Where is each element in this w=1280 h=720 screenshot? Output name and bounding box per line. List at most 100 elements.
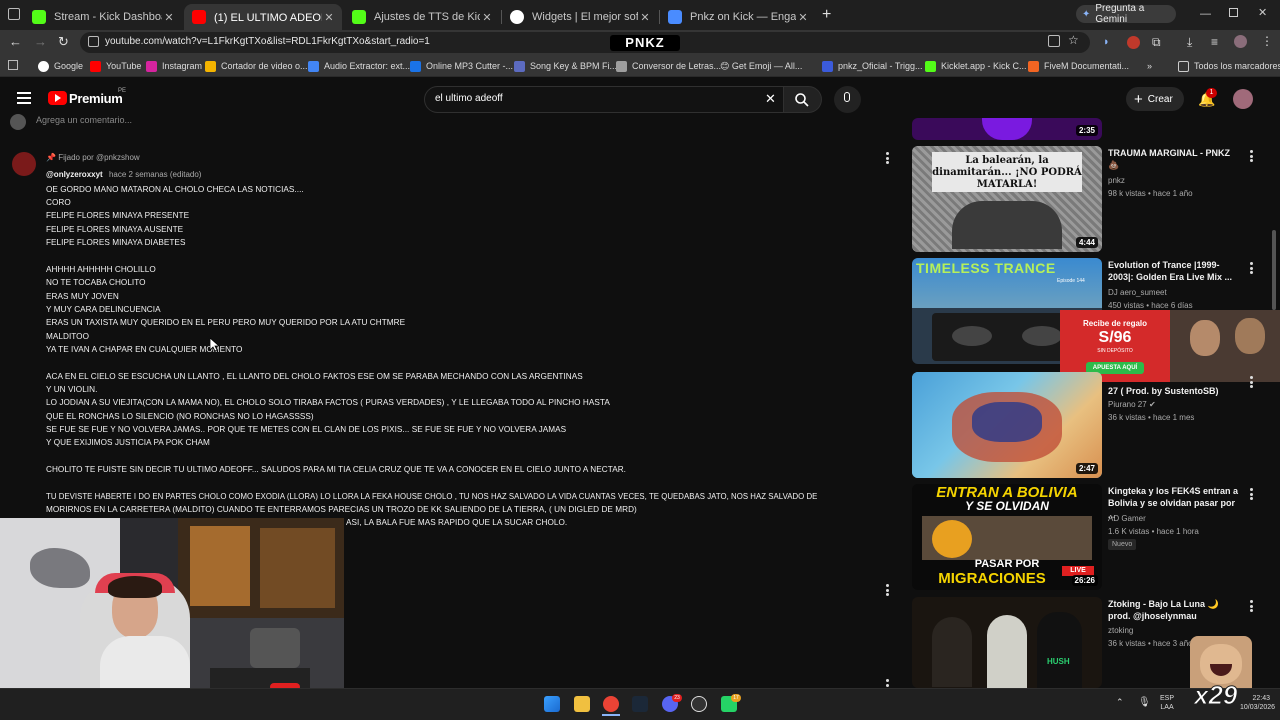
video-meta: 98 k vistas • hace 1 año xyxy=(1108,189,1193,198)
bookmark-conversor[interactable]: Conversor de Letras... xyxy=(616,59,721,73)
profile-avatar[interactable] xyxy=(1234,35,1247,48)
comment-author[interactable]: @onlyzeroxxyt xyxy=(46,170,103,179)
video-channel[interactable]: AD Gamer xyxy=(1108,514,1146,523)
comment-line: ERAS MUY JOVEN xyxy=(46,292,119,301)
youtube-premium-logo[interactable]: Premium xyxy=(69,91,123,106)
chrome-icon[interactable] xyxy=(603,696,619,712)
video-menu-icon[interactable] xyxy=(1250,150,1253,162)
video-channel[interactable]: ztoking xyxy=(1108,626,1133,635)
gemini-label: Pregunta a Gemini xyxy=(1095,3,1145,25)
video-menu-icon[interactable] xyxy=(1250,488,1253,500)
bookmark-youtube[interactable]: YouTube xyxy=(90,59,141,73)
close-icon[interactable]: ✕ xyxy=(638,11,652,24)
close-icon[interactable]: ✕ xyxy=(796,11,810,24)
bookmark-star-icon[interactable]: ☆ xyxy=(1068,33,1079,47)
language-indicator[interactable]: ESP LAA xyxy=(1160,694,1174,712)
video-menu-icon[interactable] xyxy=(1250,376,1253,388)
video-title[interactable]: Ztoking - Bajo La Luna 🌙 prod. @jhoselyn… xyxy=(1108,598,1243,622)
comment-author-avatar[interactable] xyxy=(12,152,36,176)
back-arrow-icon[interactable]: ← xyxy=(9,34,22,49)
minimize-button[interactable]: — xyxy=(1200,8,1211,20)
video-thumbnail[interactable]: 2:47 xyxy=(912,372,1102,478)
close-icon[interactable]: ✕ xyxy=(162,11,176,24)
bookmark-pnkz-oficial[interactable]: pnkz_Oficial - Trigg... xyxy=(822,59,923,73)
video-menu-icon[interactable] xyxy=(1250,262,1253,274)
browser-menu-icon[interactable]: ⋮ xyxy=(1261,34,1273,48)
add-comment-input[interactable]: Agrega un comentario... xyxy=(36,115,132,125)
tab-widgets[interactable]: Widgets | El mejor software para... ✕ xyxy=(502,4,658,30)
search-box[interactable]: el ultimo adeoff ✕ xyxy=(424,86,784,113)
hamburger-menu-icon[interactable] xyxy=(17,92,31,104)
create-button[interactable]: + Crear xyxy=(1126,87,1184,111)
clock[interactable]: 22:43 10/03/2026 xyxy=(1240,694,1275,712)
bookmark-instagram[interactable]: Instagram xyxy=(146,59,202,73)
windows-start-icon[interactable] xyxy=(544,696,560,712)
obs-icon[interactable] xyxy=(691,696,707,712)
video-thumbnail[interactable]: HUSH xyxy=(912,597,1102,688)
comment-time[interactable]: hace 2 semanas (editado) xyxy=(109,170,202,179)
page-scrollbar[interactable] xyxy=(1272,230,1276,310)
new-tab-button[interactable]: + xyxy=(822,6,831,24)
bookmark-song-key[interactable]: Song Key & BPM Fi... xyxy=(514,59,617,73)
video-channel[interactable]: Piurano 27 ✔ xyxy=(1108,400,1156,409)
all-bookmarks-folder[interactable]: Todos los marcadores xyxy=(1178,59,1280,73)
tab-title: Pnkz on Kick — Engagement A... xyxy=(690,11,796,23)
video-thumbnail[interactable]: ENTRAN A BOLIVIA Y SE OLVIDAN PASAR POR … xyxy=(912,484,1102,590)
close-icon[interactable]: ✕ xyxy=(480,11,494,24)
tab-title: Widgets | El mejor software para... xyxy=(532,11,638,23)
user-avatar[interactable] xyxy=(1233,89,1253,109)
voice-search-button[interactable] xyxy=(834,86,861,113)
comment-menu-icon[interactable] xyxy=(886,152,889,164)
video-channel[interactable]: pnkz xyxy=(1108,176,1125,185)
bookmark-audio-extractor[interactable]: Audio Extractor: ext... xyxy=(308,59,410,73)
comment-menu-icon[interactable] xyxy=(886,584,889,596)
video-meta: 36 k vistas • hace 1 mes xyxy=(1108,413,1195,422)
bookmark-kicklet[interactable]: Kicklet.app - Kick C... xyxy=(925,59,1027,73)
video-title[interactable]: TRAUMA MARGINAL - PNKZ 💩 xyxy=(1108,147,1243,171)
video-thumbnail[interactable]: 2:35 xyxy=(912,118,1102,140)
tab-engagement[interactable]: Pnkz on Kick — Engagement A... ✕ xyxy=(660,4,816,30)
search-button[interactable] xyxy=(784,86,822,113)
address-bar[interactable]: youtube.com/watch?v=L1FkrKgtTXo&list=RDL… xyxy=(80,32,1090,53)
verified-icon: ✔ xyxy=(1148,400,1156,409)
maximize-button[interactable] xyxy=(1229,8,1238,17)
bookmarks-overflow[interactable]: » xyxy=(1147,59,1152,73)
bookmark-fivem[interactable]: FiveM Documentati... xyxy=(1028,59,1129,73)
tab-kickbot-tts[interactable]: Ajustes de TTS de KickBot ✕ xyxy=(344,4,500,30)
search-input[interactable]: el ultimo adeoff xyxy=(435,93,503,104)
cast-icon[interactable] xyxy=(1048,35,1060,47)
site-info-icon[interactable] xyxy=(88,36,99,47)
extension-record-icon[interactable] xyxy=(1127,36,1140,49)
gemini-button[interactable]: ✦ Pregunta a Gemini xyxy=(1076,3,1176,25)
bookmark-google[interactable]: Google xyxy=(38,59,83,73)
steam-icon[interactable] xyxy=(632,696,648,712)
video-title[interactable]: Evolution of Trance |1999-2003|: Golden … xyxy=(1108,259,1243,283)
extensions-puzzle-icon[interactable]: ⧉ xyxy=(1152,35,1161,50)
bookmark-cortador[interactable]: Cortador de video o... xyxy=(205,59,308,73)
video-menu-icon[interactable] xyxy=(1250,600,1253,612)
close-icon[interactable]: ✕ xyxy=(322,11,336,24)
tab-youtube-active[interactable]: (1) EL ULTIMO ADEOFF 👤 - PNKZ ✕ xyxy=(184,4,342,30)
tab-search-icon[interactable] xyxy=(8,8,20,20)
video-title[interactable]: 27 ( Prod. by SustentoSB) xyxy=(1108,385,1243,397)
comment-line: NO TE TOCABA CHOLITO xyxy=(46,278,146,287)
tab-kick-dashboard[interactable]: Stream - Kick Dashboard ✕ xyxy=(24,4,182,30)
close-window-button[interactable]: ✕ xyxy=(1258,6,1267,19)
download-icon[interactable]: ⤓ xyxy=(1187,35,1192,50)
tray-chevron-icon[interactable]: ⌃ xyxy=(1116,697,1124,708)
comment-line: TU DEVISTE HABERTE I DO EN PARTES CHOLO … xyxy=(46,492,818,501)
bookmark-get-emoji[interactable]: 😊 Get Emoji — All... xyxy=(720,59,802,73)
comment-line: CORO xyxy=(46,198,71,207)
reload-icon[interactable]: ↻ xyxy=(58,34,69,50)
microphone-tray-icon[interactable]: 🎙 xyxy=(1138,697,1151,708)
file-explorer-icon[interactable] xyxy=(574,696,590,712)
media-icon[interactable]: ≡ xyxy=(1211,35,1218,49)
clear-search-icon[interactable]: ✕ xyxy=(765,91,776,107)
extension-icon[interactable]: ◗ xyxy=(1103,36,1110,48)
forward-arrow-icon[interactable]: → xyxy=(34,34,47,49)
video-thumbnail[interactable]: La balearán, la dinamitarán... ¡NO PODRÁ… xyxy=(912,146,1102,252)
youtube-logo-icon[interactable] xyxy=(48,91,67,105)
video-channel[interactable]: DJ aero_sumeet xyxy=(1108,288,1167,297)
bookmark-mp3-cutter[interactable]: Online MP3 Cutter -... xyxy=(410,59,513,73)
apps-grid-icon[interactable] xyxy=(8,60,18,70)
